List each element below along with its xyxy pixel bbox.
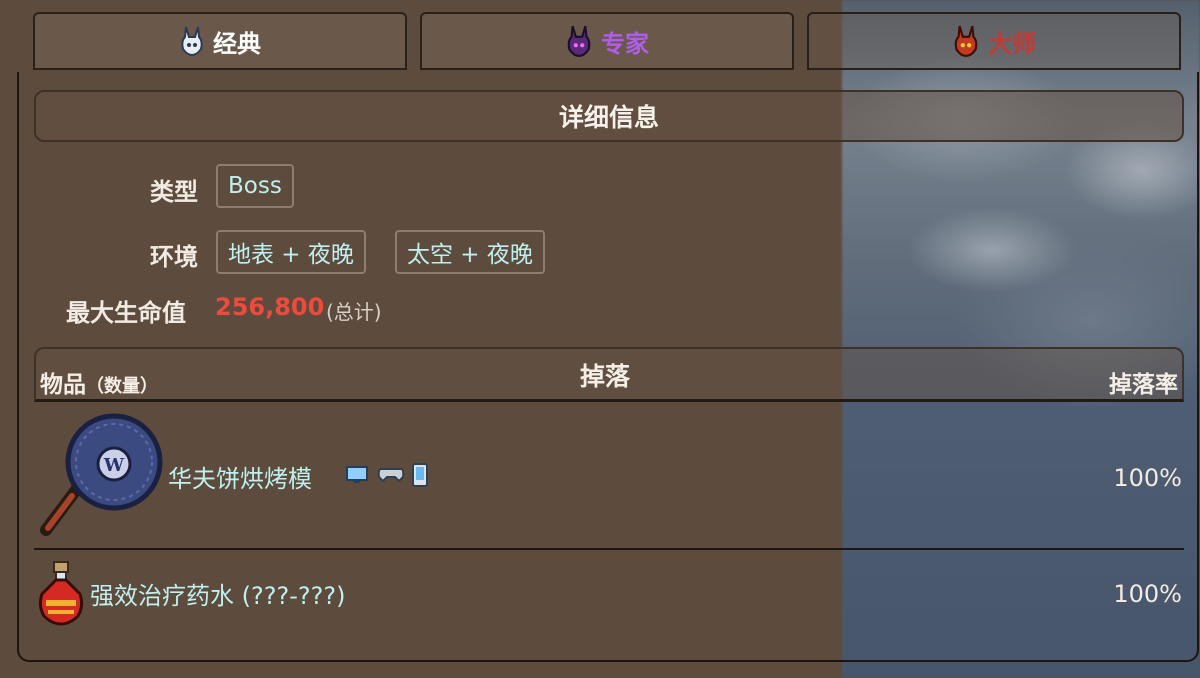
details-header: 详细信息 bbox=[34, 90, 1184, 142]
tab-classic[interactable]: 经典 bbox=[33, 12, 407, 70]
tab-master[interactable]: 大师 bbox=[807, 12, 1181, 70]
max-hp-note: (总计) bbox=[326, 300, 382, 324]
waffle-iron-icon: W bbox=[40, 413, 163, 536]
row-divider bbox=[34, 548, 1184, 550]
bunny-purple-icon bbox=[567, 25, 591, 57]
details-header-title: 详细信息 bbox=[558, 103, 659, 132]
environment-label: 环境 bbox=[150, 243, 198, 271]
tab-classic-label: 经典 bbox=[213, 29, 261, 58]
item-name[interactable]: 强效治疗药水 (???-???) bbox=[90, 576, 345, 611]
type-value: Boss bbox=[228, 173, 282, 199]
svg-text:W: W bbox=[103, 455, 125, 476]
tab-expert[interactable]: 专家 bbox=[420, 12, 794, 70]
bunny-red-icon bbox=[954, 25, 978, 57]
bunny-white-icon bbox=[181, 26, 203, 57]
platform-icons bbox=[345, 463, 429, 487]
item-drop-rate: 100% bbox=[1113, 580, 1182, 608]
column-rate: 掉落率 bbox=[1109, 372, 1178, 398]
environment-chip-space: 太空 + 夜晚 bbox=[395, 230, 545, 274]
console-icon bbox=[377, 468, 405, 483]
pc-icon bbox=[346, 466, 368, 483]
column-item-label: 物品 bbox=[40, 372, 86, 398]
column-qty-label: （数量） bbox=[86, 376, 158, 397]
max-hp-label: 最大生命值 bbox=[66, 299, 186, 327]
tab-expert-label: 专家 bbox=[601, 29, 649, 58]
type-label: 类型 bbox=[150, 178, 198, 206]
mobile-icon bbox=[412, 463, 428, 487]
column-item: 物品（数量） bbox=[40, 365, 158, 399]
item-name[interactable]: 华夫饼烘烤模 bbox=[168, 459, 312, 494]
type-chip: Boss bbox=[216, 164, 294, 208]
potion-icon bbox=[38, 561, 84, 626]
environment-chip-surface: 地表 + 夜晚 bbox=[216, 230, 366, 274]
tab-master-label: 大师 bbox=[988, 29, 1036, 58]
environment-value-1: 地表 + 夜晚 bbox=[228, 242, 354, 268]
difficulty-tabs: 经典 专家 大师 bbox=[33, 12, 1183, 72]
environment-value-2: 太空 + 夜晚 bbox=[407, 242, 533, 268]
drops-title: 掉落 bbox=[580, 362, 631, 391]
item-drop-rate: 100% bbox=[1113, 464, 1182, 492]
max-hp-value: 256,800 bbox=[215, 293, 325, 321]
